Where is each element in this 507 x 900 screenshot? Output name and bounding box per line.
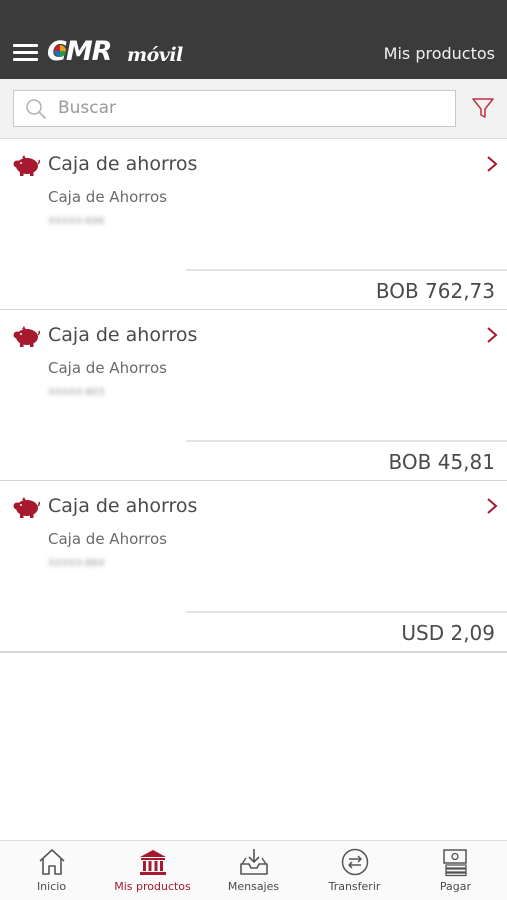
- transfer-arrows-icon: [341, 848, 369, 876]
- product-title: Caja de ahorros: [48, 153, 198, 175]
- product-card[interactable]: Caja de ahorros Caja de Ahorros XXXXX-88…: [0, 481, 507, 653]
- product-balance: BOB 762,73: [375, 279, 495, 303]
- inbox-download-icon: [240, 849, 268, 875]
- account-number: XXXXX-803: [48, 387, 105, 398]
- account-number: XXXXX-884: [48, 558, 105, 569]
- bank-icon: [140, 850, 166, 875]
- logo-sub-text: móvil: [127, 44, 183, 66]
- nav-item-pagar[interactable]: Pagar: [405, 841, 506, 900]
- product-type: Caja de Ahorros: [48, 359, 167, 377]
- product-balance: BOB 45,81: [388, 450, 495, 474]
- product-title: Caja de ahorros: [48, 324, 198, 346]
- product-title: Caja de ahorros: [48, 495, 198, 517]
- funnel-filter-icon[interactable]: [471, 96, 495, 120]
- payment-bills-icon: [443, 849, 467, 877]
- search-field[interactable]: [13, 90, 456, 127]
- bottom-navigation: Inicio Mis productos Mensajes Transferir: [0, 840, 507, 900]
- nav-label: Inicio: [36, 880, 67, 893]
- chevron-right-icon: [487, 156, 498, 172]
- product-type: Caja de Ahorros: [48, 188, 167, 206]
- search-bar: [0, 79, 507, 139]
- search-icon: [26, 99, 46, 119]
- app-header: CMR móvil Mis productos: [0, 0, 507, 79]
- nav-item-transferir[interactable]: Transferir: [304, 841, 405, 900]
- account-number: XXXXX-696: [48, 216, 105, 227]
- nav-label: Transferir: [328, 880, 381, 893]
- chevron-right-icon: [487, 498, 498, 514]
- home-icon: [39, 849, 65, 875]
- cmr-movil-logo: CMR móvil: [47, 34, 183, 68]
- divider: [186, 440, 507, 442]
- piggy-bank-icon: [13, 155, 40, 176]
- nav-item-mensajes[interactable]: Mensajes: [203, 841, 304, 900]
- hamburger-menu-icon[interactable]: [13, 44, 38, 62]
- nav-label: Mis productos: [114, 880, 191, 893]
- search-input[interactable]: [58, 91, 448, 125]
- nav-item-inicio[interactable]: Inicio: [1, 841, 102, 900]
- product-type: Caja de Ahorros: [48, 530, 167, 548]
- chevron-right-icon: [487, 327, 498, 343]
- nav-label: Mensajes: [227, 880, 280, 893]
- product-card[interactable]: Caja de ahorros Caja de Ahorros XXXXX-80…: [0, 310, 507, 482]
- divider: [186, 269, 507, 271]
- piggy-bank-icon: [13, 497, 40, 518]
- page-title: Mis productos: [383, 44, 495, 63]
- nav-label: Pagar: [439, 880, 472, 893]
- nav-item-mis-productos[interactable]: Mis productos: [102, 841, 203, 900]
- logo-mark-icon: [54, 45, 66, 57]
- product-card[interactable]: Caja de ahorros Caja de Ahorros XXXXX-69…: [0, 139, 507, 311]
- product-balance: USD 2,09: [401, 621, 495, 645]
- divider: [186, 611, 507, 613]
- piggy-bank-icon: [13, 326, 40, 347]
